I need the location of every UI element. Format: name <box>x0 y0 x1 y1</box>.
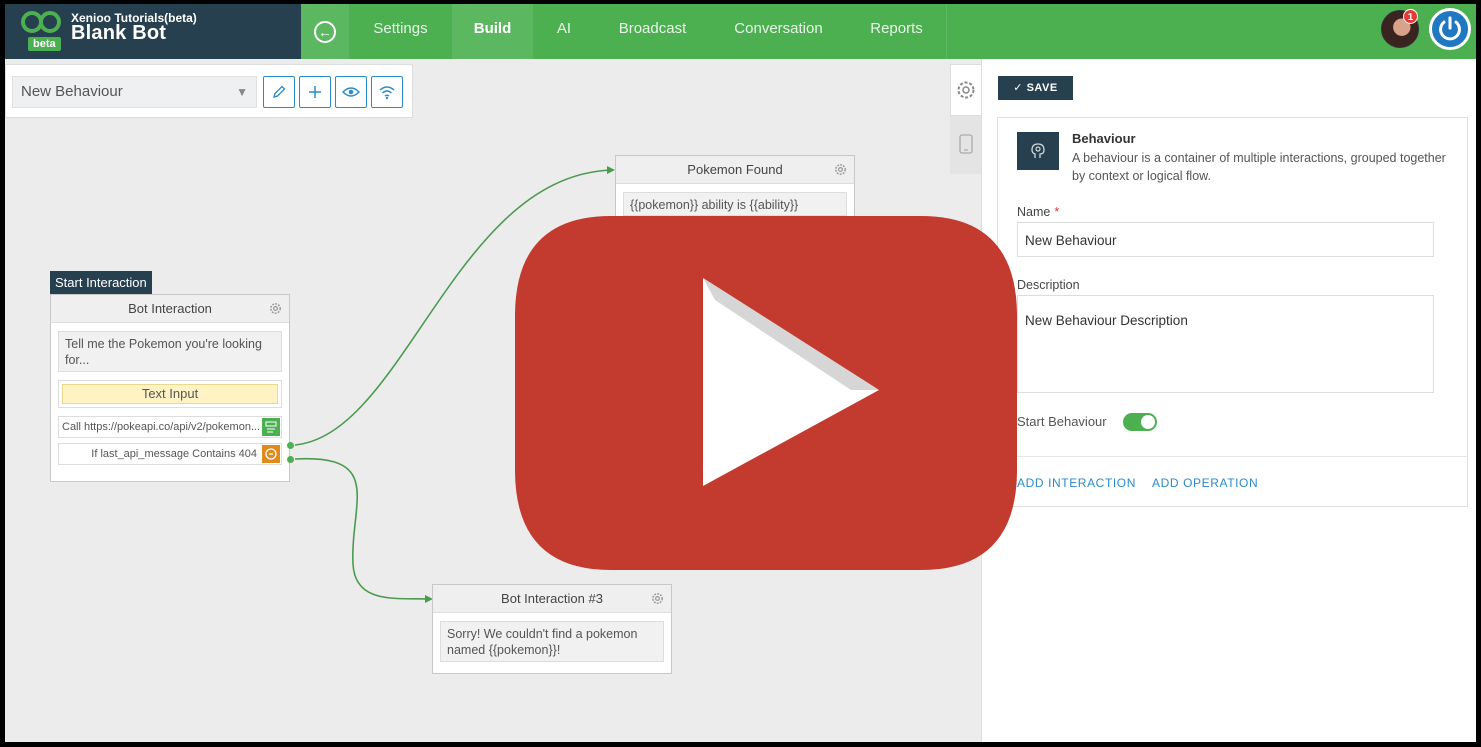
gear-icon[interactable] <box>833 162 848 177</box>
power-icon[interactable] <box>1429 8 1471 50</box>
name-label: Name * <box>1017 205 1059 219</box>
description-textarea[interactable]: New Behaviour Description <box>1017 295 1434 393</box>
behaviour-properties-panel: ✓ SAVE Behaviour A behaviour is a contai… <box>981 59 1476 742</box>
text-input-element[interactable]: Text Input <box>58 380 282 408</box>
gear-icon <box>957 81 975 99</box>
app-window: beta Xenioo Tutorials(beta) Blank Bot ← … <box>5 4 1476 742</box>
description-label: Description <box>1017 278 1080 292</box>
side-tab-settings[interactable] <box>950 64 981 116</box>
text-input-label: Text Input <box>62 384 278 404</box>
gear-icon[interactable] <box>268 301 283 316</box>
bot-interaction-node[interactable]: Bot Interaction Tell me the Pokemon you'… <box>50 294 290 482</box>
start-behaviour-label: Start Behaviour <box>1017 414 1107 429</box>
video-play-icon[interactable] <box>511 214 1021 572</box>
condition-text: If last_api_message Contains 404 <box>91 448 257 460</box>
message-bubble[interactable]: {{pokemon}} ability is {{ability}} <box>623 192 847 216</box>
add-interaction-button[interactable]: ADD INTERACTION <box>1017 476 1136 490</box>
mobile-device-icon <box>958 134 973 154</box>
node-title: Pokemon Found <box>687 162 783 177</box>
name-label-text: Name <box>1017 205 1051 219</box>
required-asterisk: * <box>1054 205 1060 219</box>
condition-operation[interactable]: If last_api_message Contains 404 <box>58 443 282 465</box>
save-button[interactable]: ✓ SAVE <box>998 76 1073 100</box>
behaviour-icon <box>1017 132 1059 170</box>
side-tab-preview[interactable] <box>950 120 981 168</box>
condition-icon <box>262 445 280 463</box>
card-divider <box>998 456 1467 457</box>
name-input[interactable]: New Behaviour <box>1017 222 1434 257</box>
side-tabs <box>950 64 981 174</box>
card-description: A behaviour is a container of multiple i… <box>1072 151 1446 183</box>
api-call-text: Call https://pokeapi.co/api/v2/pokemon..… <box>62 421 261 433</box>
connector-port[interactable] <box>287 456 294 463</box>
start-behaviour-toggle[interactable] <box>1123 413 1157 431</box>
gear-icon[interactable] <box>650 591 665 606</box>
api-call-operation[interactable]: Call https://pokeapi.co/api/v2/pokemon..… <box>58 416 282 438</box>
save-label: SAVE <box>1026 82 1058 94</box>
notification-badge[interactable]: 1 <box>1403 9 1418 24</box>
node-title: Bot Interaction #3 <box>501 591 603 606</box>
brain-icon <box>1031 143 1045 158</box>
card-title: Behaviour <box>1072 131 1136 146</box>
behaviour-card: Behaviour A behaviour is a container of … <box>997 117 1468 507</box>
start-interaction-label: Start Interaction <box>50 271 152 294</box>
api-call-icon <box>262 418 280 436</box>
node-title: Bot Interaction <box>128 301 212 316</box>
add-operation-button[interactable]: ADD OPERATION <box>1152 476 1258 490</box>
connector-port[interactable] <box>287 442 294 449</box>
message-bubble[interactable]: Tell me the Pokemon you're looking for..… <box>58 331 282 372</box>
message-bubble[interactable]: Sorry! We couldn't find a pokemon named … <box>440 621 664 662</box>
bot-interaction-3-node[interactable]: Bot Interaction #3 Sorry! We couldn't fi… <box>432 584 672 674</box>
